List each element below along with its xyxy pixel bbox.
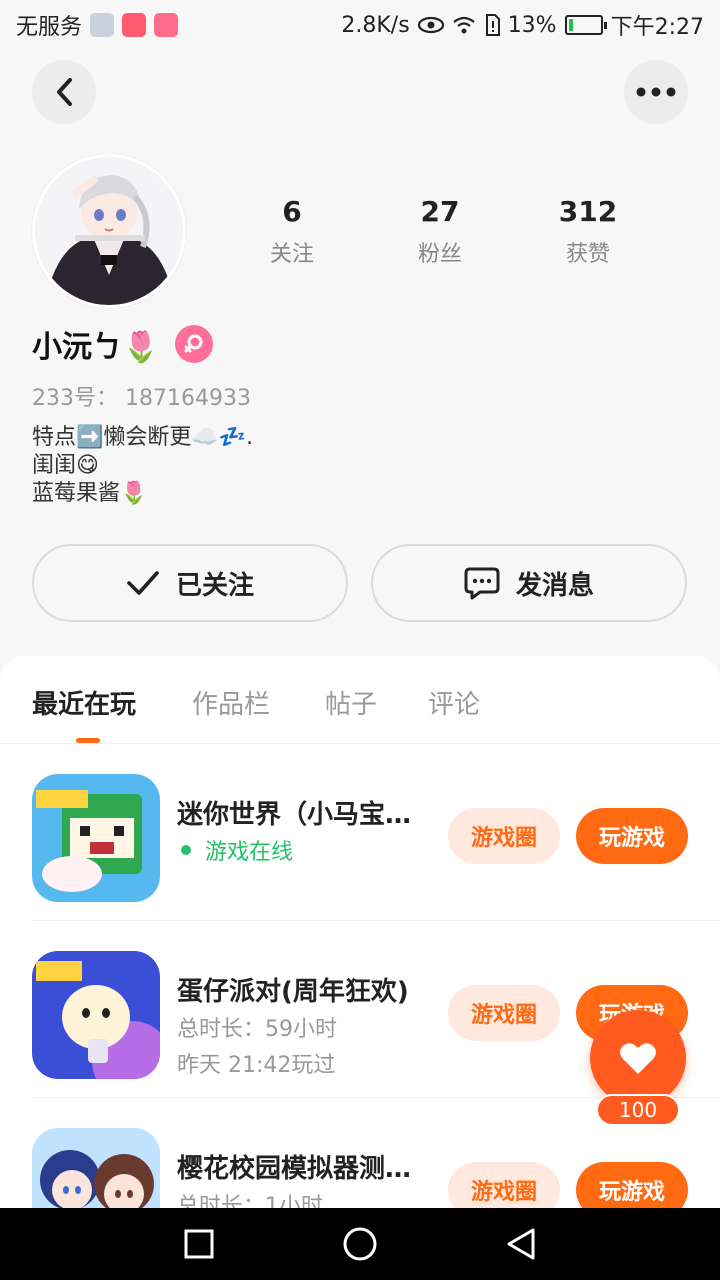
followed-button[interactable]: 已关注 xyxy=(32,544,348,622)
tab-recently-played[interactable]: 最近在玩 xyxy=(32,684,136,721)
game-title: 樱花校园模拟器测试服 xyxy=(177,1154,427,1184)
active-tab-indicator xyxy=(76,738,100,743)
more-dots-icon xyxy=(636,87,676,97)
anime-avatar-image xyxy=(35,157,183,305)
status-bar: 无服务 2.8K/s 13% 下午2:27 xyxy=(0,0,720,50)
followers-stat[interactable]: 27 粉丝 xyxy=(366,195,514,268)
profile-stats: 6 关注 27 粉丝 312 获赞 xyxy=(218,195,662,268)
followed-label: 已关注 xyxy=(175,570,254,601)
game-icon xyxy=(32,951,160,1079)
user-id: 233号： 187164933 xyxy=(32,386,251,411)
clock: 下午2:27 xyxy=(610,15,704,40)
bio: 特点➡️懒会断更☁️💤. 闺闺😋 蓝莓果酱🌷 xyxy=(32,424,253,508)
female-gender-icon xyxy=(175,325,214,363)
following-label: 关注 xyxy=(269,242,314,267)
back-triangle-icon[interactable] xyxy=(505,1227,537,1261)
game-icon xyxy=(32,1128,160,1216)
tab-bar: 最近在玩 作品栏 帖子 评论 xyxy=(0,656,720,744)
send-message-label: 发消息 xyxy=(515,570,594,601)
online-status-text: 游戏在线 xyxy=(205,840,294,865)
tab-comments[interactable]: 评论 xyxy=(428,684,480,721)
game-online-status: 游戏在线 xyxy=(177,834,293,866)
likes-count: 312 xyxy=(558,195,618,228)
following-stat[interactable]: 6 关注 xyxy=(218,195,366,268)
sim-icon xyxy=(485,14,500,36)
bio-line: 闺闺😋 xyxy=(32,453,99,478)
like-count-badge: 100 xyxy=(596,1094,680,1126)
battery-icon xyxy=(564,15,607,35)
game-total-duration: 总时长：59小时 xyxy=(177,1017,337,1042)
profile-screen: 无服务 2.8K/s 13% 下午2:27 6 关注 27 粉丝 312 获赞 … xyxy=(0,0,720,1280)
followers-count: 27 xyxy=(420,195,460,228)
bio-line: 特点➡️懒会断更☁️💤. xyxy=(32,425,254,450)
followers-label: 粉丝 xyxy=(417,242,462,267)
game-last-played: 昨天 21:42玩过 xyxy=(177,1053,336,1078)
like-button[interactable] xyxy=(590,1010,686,1106)
system-navigation-bar xyxy=(0,1208,720,1280)
chevron-left-icon xyxy=(57,78,72,106)
app-notification-icon xyxy=(90,13,115,37)
wifi-icon xyxy=(453,16,475,34)
battery-percent: 13% xyxy=(507,12,557,38)
game-title: 迷你世界（小马宝莉联动） xyxy=(177,800,427,830)
carrier-text: 无服务 xyxy=(16,15,83,40)
game-circle-button[interactable]: 游戏圈 xyxy=(448,808,560,864)
tab-works[interactable]: 作品栏 xyxy=(192,684,270,721)
username: 小沅ㄅ🌷 xyxy=(32,330,160,365)
game-title: 蛋仔派对(周年狂欢) xyxy=(177,977,409,1007)
app-notification-icon xyxy=(122,13,147,37)
content-sheet: 最近在玩 作品栏 帖子 评论 迷你世界（小马宝莉联动） xyxy=(0,656,720,1216)
name-row: 小沅ㄅ🌷 xyxy=(32,322,214,366)
bio-line: 蓝莓果酱🌷 xyxy=(32,481,148,506)
network-speed: 2.8K/s xyxy=(341,12,410,38)
play-game-button[interactable]: 玩游戏 xyxy=(576,808,688,864)
game-circle-button[interactable]: 游戏圈 xyxy=(448,985,560,1041)
more-button[interactable] xyxy=(624,60,688,124)
online-dot-icon xyxy=(181,845,191,855)
likes-label: 获赞 xyxy=(565,242,610,267)
tab-posts[interactable]: 帖子 xyxy=(325,684,377,721)
avatar[interactable] xyxy=(32,154,186,308)
back-button[interactable] xyxy=(32,60,96,124)
app-notification-icon xyxy=(154,13,179,37)
following-count: 6 xyxy=(282,195,302,228)
chat-bubble-icon xyxy=(464,567,500,600)
heart-icon xyxy=(620,1043,656,1074)
eye-icon xyxy=(417,16,444,34)
game-icon xyxy=(32,774,160,902)
check-icon xyxy=(127,571,159,595)
home-circle-icon[interactable] xyxy=(342,1226,378,1262)
likes-stat[interactable]: 312 获赞 xyxy=(514,195,662,268)
game-item[interactable]: 迷你世界（小马宝莉联动） 游戏在线 游戏圈 玩游戏 xyxy=(32,744,720,921)
recents-square-icon[interactable] xyxy=(183,1228,215,1260)
send-message-button[interactable]: 发消息 xyxy=(371,544,687,622)
